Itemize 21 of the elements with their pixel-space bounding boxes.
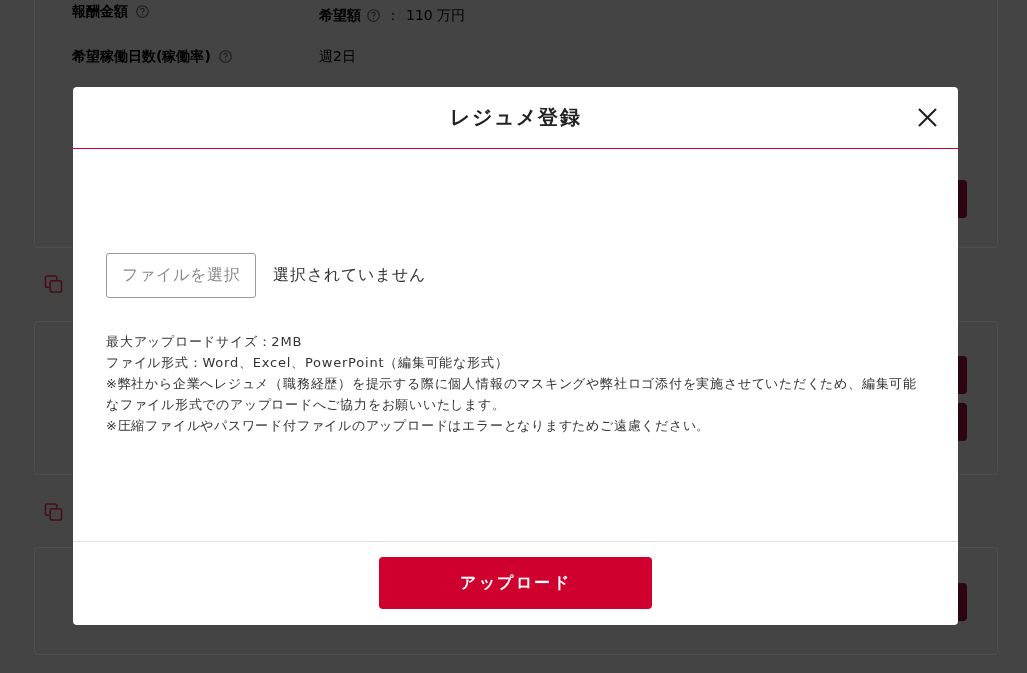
file-select-button[interactable]: ファイルを選択 (106, 253, 256, 298)
copy-icon[interactable] (44, 275, 63, 293)
field-label: 希望稼働日数(稼働率) (72, 47, 211, 66)
help-icon[interactable] (367, 8, 380, 22)
note-text: ※圧縮ファイルやパスワード付ファイルのアップロードはエラーとなりますためご遠慮ください。 (106, 417, 712, 435)
field-value: 110 万円 (406, 6, 466, 25)
separator-text: ： (386, 6, 400, 25)
close-icon (917, 107, 937, 127)
file-status-text: 選択されていません (273, 265, 426, 286)
dialog-title: レジュメ登録 (449, 104, 582, 131)
help-icon[interactable] (136, 4, 149, 18)
upload-button[interactable]: アップロード (379, 557, 652, 609)
help-icon[interactable] (218, 49, 232, 63)
close-button[interactable] (916, 105, 938, 129)
field-value: 週2日 (319, 47, 356, 66)
field-label: 報酬金額 (72, 2, 128, 21)
note-text: ※弊社から企業へレジュメ（職務経歴）を提示する際に個人情報のマスキングや弊社ロゴ添付を実施させていただくため、編集可能なファイル形式でのアップロードへご協力をお願いいたします。 (106, 375, 918, 414)
field-label: 希望額 (319, 6, 361, 25)
copy-icon[interactable] (44, 503, 63, 521)
note-text: ファイル形式：Word、Excel、PowerPoint（編集可能な形式） (106, 354, 510, 372)
note-text: 最大アップロードサイズ：2MB (106, 333, 304, 351)
